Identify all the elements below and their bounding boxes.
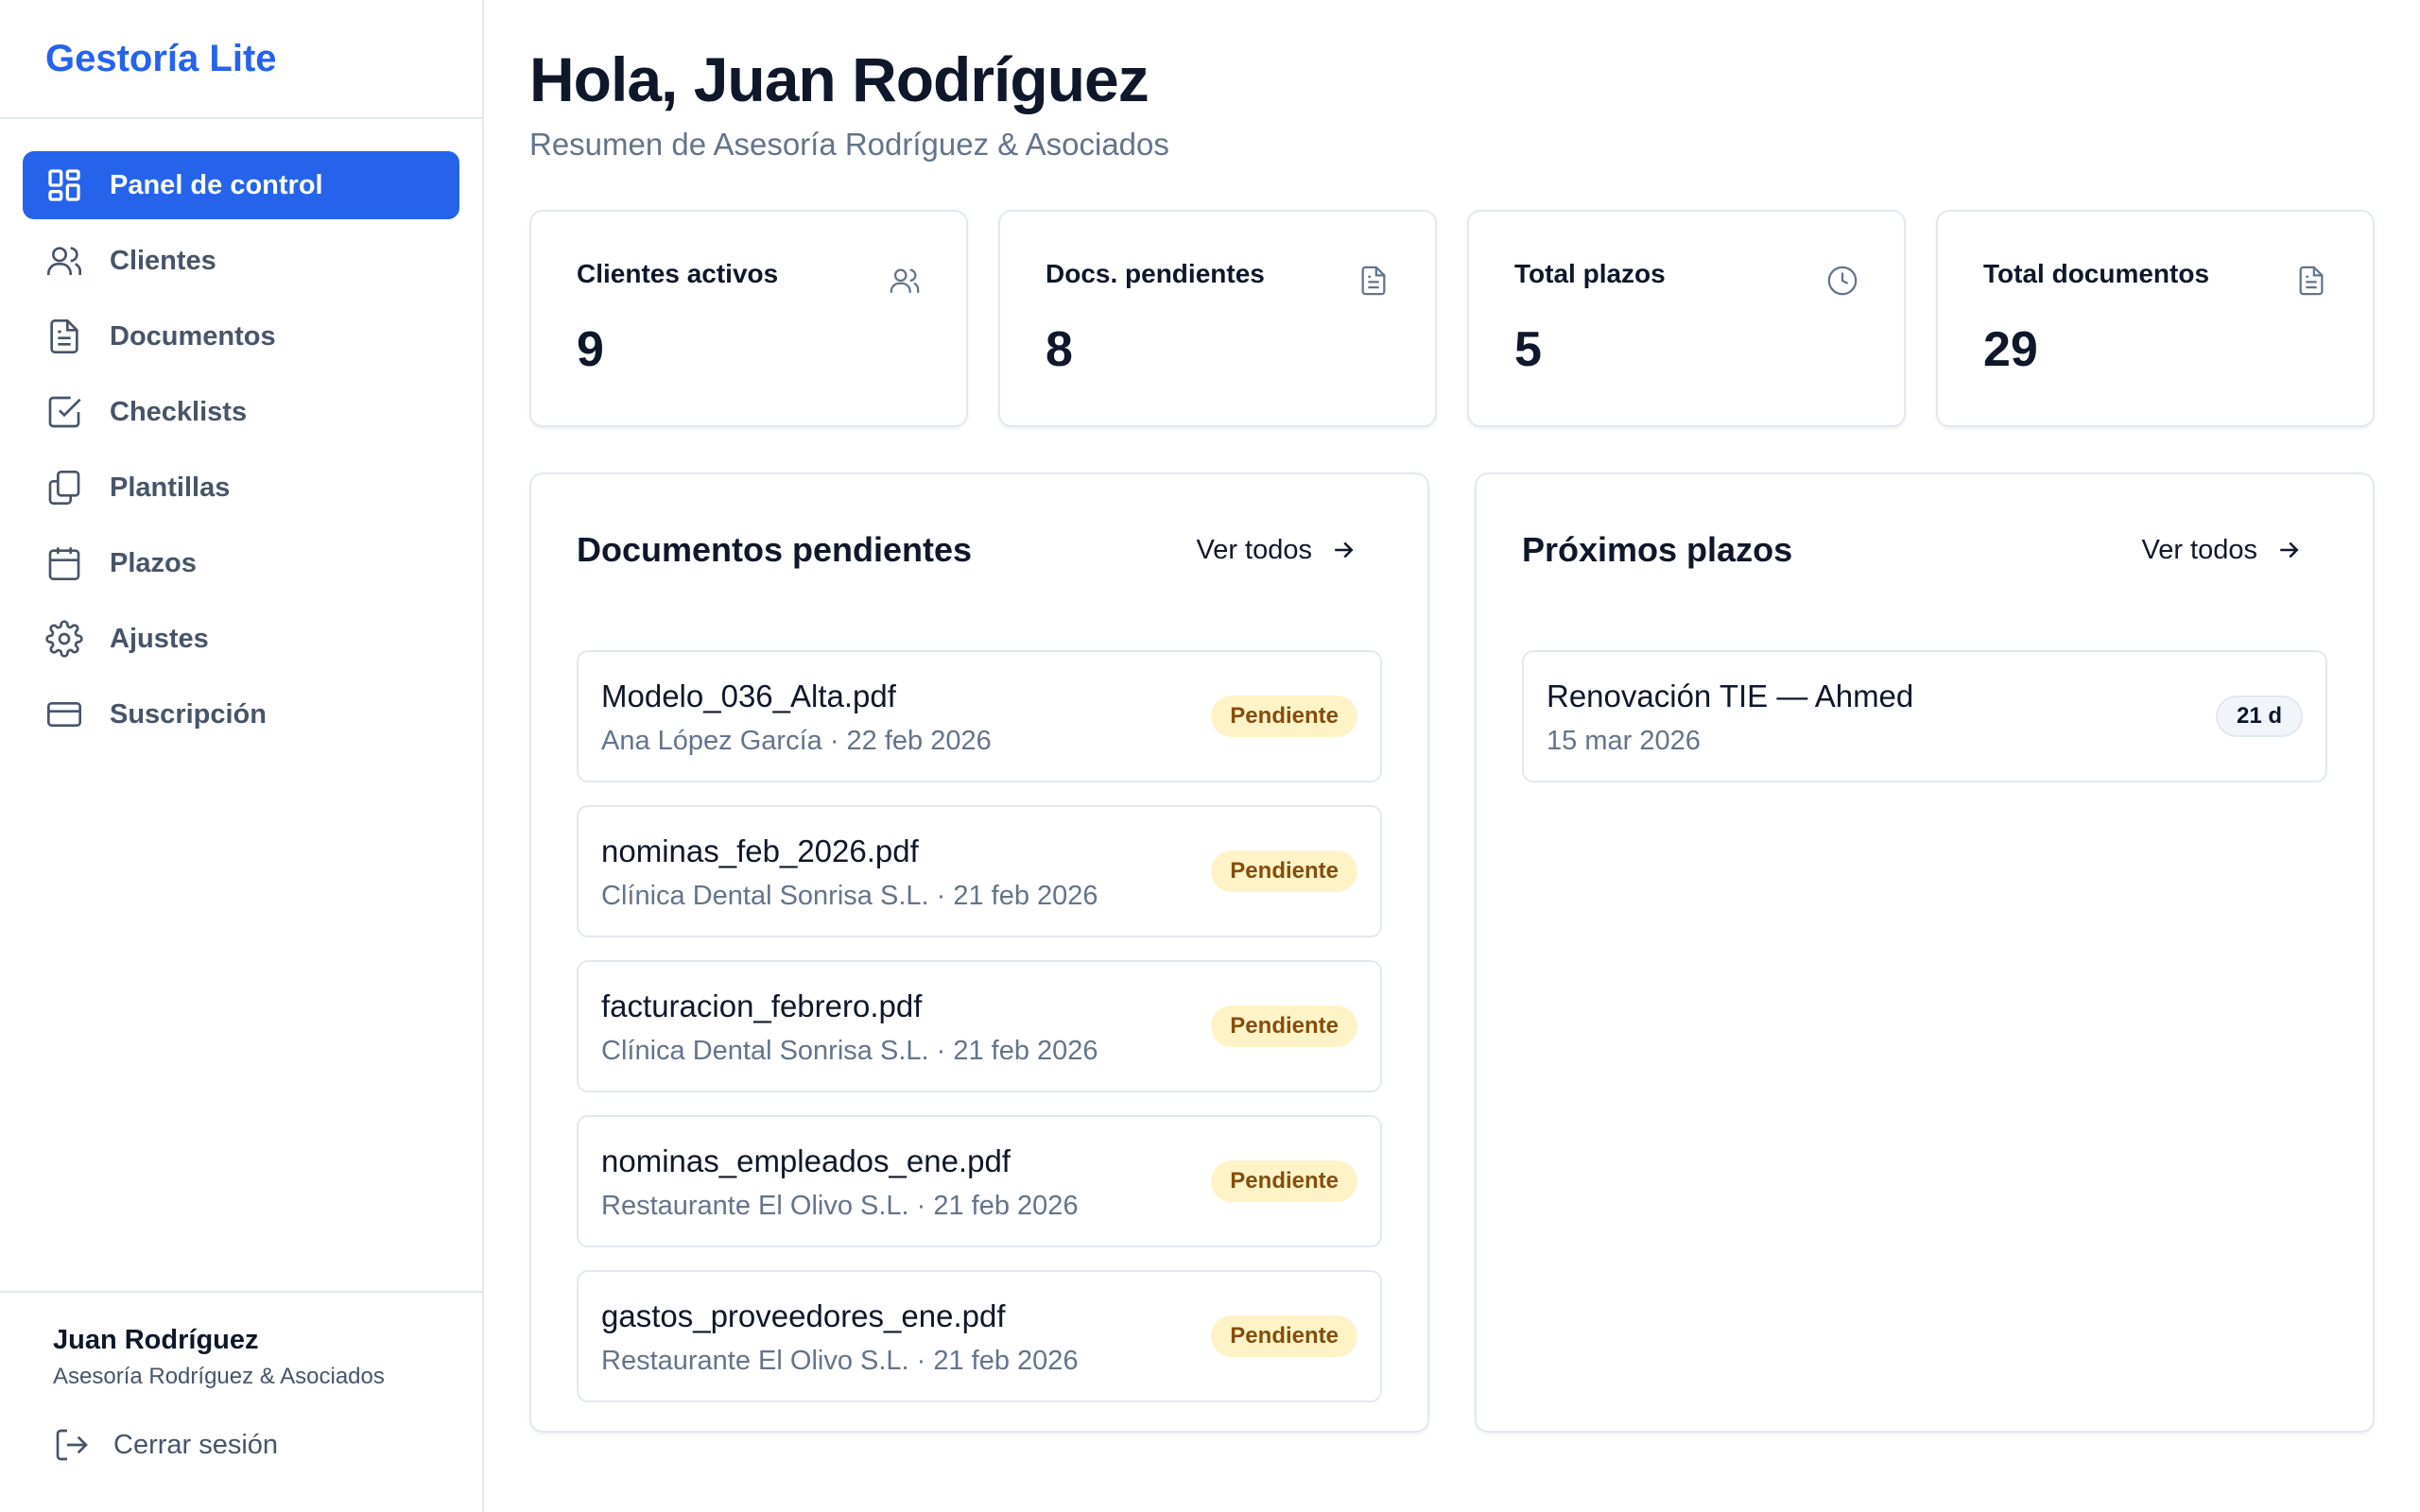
view-all-documents-link[interactable]: Ver todos [1196,535,1357,566]
layout-grid-icon [48,169,80,201]
logout-label: Cerrar sesión [113,1429,279,1460]
list-item[interactable]: nominas_feb_2026.pdf Clínica Dental Sonr… [577,805,1382,937]
stat-label: Clientes activos [577,259,779,288]
sidebar-item-panel-de-control[interactable]: Panel de control [23,151,459,219]
stat-card-total-plazos: Total plazos 5 [1467,210,1906,427]
view-all-label: Ver todos [2141,534,2257,565]
panel-header: Documentos pendientes Ver todos [577,527,1382,573]
stat-label: Docs. pendientes [1046,259,1265,288]
panels-row: Documentos pendientes Ver todos Modelo_0… [529,472,2386,1433]
sidebar-item-label: Suscripción [110,698,267,730]
stat-label: Total documentos [1983,259,2210,288]
list-item[interactable]: facturacion_febrero.pdf Clínica Dental S… [577,960,1382,1092]
sidebar-item-clientes[interactable]: Clientes [23,227,459,295]
logout-button[interactable]: Cerrar sesión [53,1426,429,1464]
sidebar-item-plantillas[interactable]: Plantillas [23,454,459,522]
days-remaining-badge: 21 d [2215,696,2303,737]
stat-value: 29 [1983,322,2038,377]
logout-icon [56,1429,88,1461]
panel-title: Documentos pendientes [577,530,973,569]
sidebar-item-suscripcion[interactable]: Suscripción [23,680,459,748]
stat-label: Total plazos [1514,259,1666,288]
status-badge: Pendiente [1211,1160,1357,1202]
list-item[interactable]: gastos_proveedores_ene.pdf Restaurante E… [577,1270,1382,1402]
sidebar-item-plazos[interactable]: Plazos [23,529,459,597]
sidebar-item-label: Plazos [110,547,197,578]
clock-icon [1827,266,1858,296]
sidebar-item-checklists[interactable]: Checklists [23,378,459,446]
upcoming-deadlines-panel: Próximos plazos Ver todos Renovación TIE… [1475,472,2375,1433]
status-badge: Pendiente [1211,1315,1357,1357]
sidebar-item-label: Checklists [110,396,248,427]
pending-documents-list: Modelo_036_Alta.pdf Ana López García · 2… [577,650,1382,1402]
credit-card-icon [47,702,81,727]
sidebar-item-label: Ajustes [110,623,209,654]
sidebar-item-label: Clientes [110,245,216,276]
main-content: Hola, Juan Rodríguez Resumen de Asesoría… [484,0,2420,1512]
users-icon [47,247,81,275]
status-badge: Pendiente [1211,696,1357,737]
user-profile: Juan Rodríguez Asesoría Rodríguez & Asoc… [0,1291,482,1512]
stat-value: 8 [1046,322,1073,377]
document-icon [1361,266,1386,296]
users-icon [890,268,920,293]
calendar-icon [48,547,80,580]
document-icon [2299,266,2324,296]
list-item[interactable]: nominas_empleados_ene.pdf Restaurante El… [577,1115,1382,1247]
brand-logo[interactable]: Gestoría Lite [0,0,482,119]
status-badge: Pendiente [1211,1005,1357,1047]
stat-card-docs-pendientes: Docs. pendientes 8 [998,210,1437,427]
arrow-right-icon [2280,541,2299,558]
sidebar-item-label: Panel de control [110,169,323,200]
check-square-icon [48,396,81,428]
page-subtitle: Resumen de Asesoría Rodríguez & Asociado… [529,127,1169,162]
sidebar-item-label: Plantillas [110,472,231,503]
stat-card-clientes-activos: Clientes activos 9 [529,210,968,427]
stat-value: 9 [577,322,604,377]
panel-header: Próximos plazos Ver todos [1522,527,2327,573]
sidebar-item-ajustes[interactable]: Ajustes [23,605,459,673]
deadline-name: Renovación TIE — Ahmed [1547,679,1914,713]
sidebar-item-documentos[interactable]: Documentos [23,302,459,370]
copy-icon [48,471,80,505]
status-badge: Pendiente [1211,850,1357,892]
sidebar: Gestoría Lite Panel de control Clientes … [0,0,484,1512]
arrow-right-icon [1335,541,1354,558]
user-org: Asesoría Rodríguez & Asociados [53,1364,385,1389]
deadlines-list: Renovación TIE — Ahmed 15 mar 2026 21 d [1522,650,2327,782]
panel-title: Próximos plazos [1522,530,1793,569]
user-name: Juan Rodríguez [53,1325,259,1355]
pending-documents-panel: Documentos pendientes Ver todos Modelo_0… [529,472,1429,1433]
stat-value: 5 [1514,322,1542,377]
list-item[interactable]: Modelo_036_Alta.pdf Ana López García · 2… [577,650,1382,782]
list-item[interactable]: Renovación TIE — Ahmed 15 mar 2026 21 d [1522,650,2327,782]
sidebar-item-label: Documentos [110,320,276,352]
stat-card-total-documentos: Total documentos 29 [1936,210,2375,427]
document-icon [50,319,78,353]
gear-icon [45,620,83,658]
sidebar-nav: Panel de control Clientes Documentos Che… [0,119,482,748]
page-title: Hola, Juan Rodríguez [529,44,1150,114]
view-all-label: Ver todos [1196,534,1312,565]
stats-row: Clientes activos 9 Docs. pendientes 8 To… [529,210,2386,427]
view-all-deadlines-link[interactable]: Ver todos [2141,535,2303,566]
deadline-date: 15 mar 2026 [1547,726,1701,756]
